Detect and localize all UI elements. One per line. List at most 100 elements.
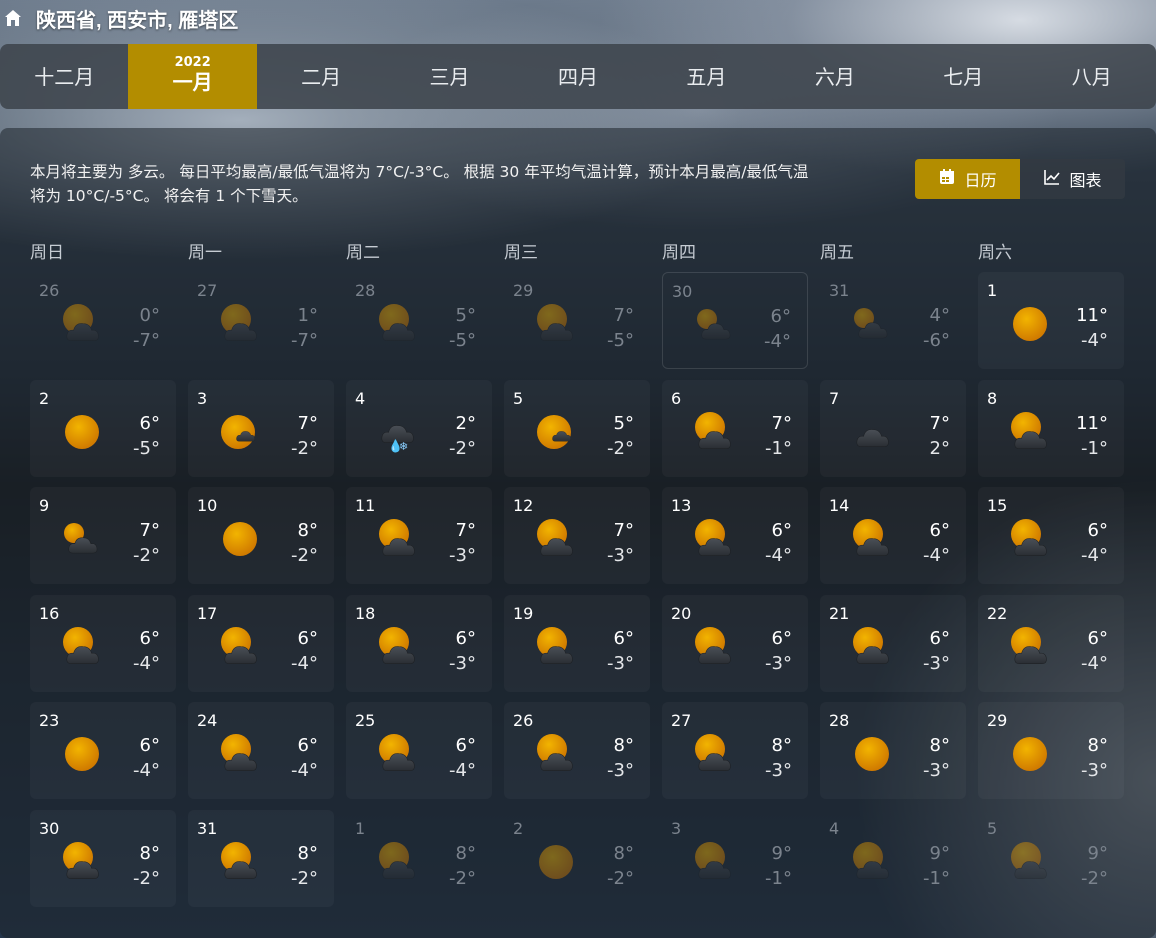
calendar-day-cell[interactable]: 13 6° -4°: [662, 487, 808, 584]
day-number: 10: [197, 496, 218, 515]
low-temp: -4°: [449, 760, 476, 781]
calendar-day-cell[interactable]: 26 8° -3°: [504, 702, 650, 799]
month-summary: 本月将主要为 多云。 每日平均最高/最低气温将为 7°C/-3°C。 根据 30…: [30, 163, 809, 205]
day-number: 3: [671, 819, 682, 838]
month-tab[interactable]: 2022 一月: [128, 44, 257, 109]
calendar-day-cell[interactable]: 21 6° -3°: [820, 595, 966, 692]
calendar-day-cell[interactable]: 31 4° -6°: [820, 272, 966, 369]
day-number: 14: [829, 496, 850, 515]
calendar-day-cell[interactable]: 1 11° -4°: [978, 272, 1124, 369]
calendar-day-cell[interactable]: 14 6° -4°: [820, 487, 966, 584]
high-temp: 6°: [613, 628, 634, 649]
low-temp: -2°: [1081, 868, 1108, 889]
chart-view-button[interactable]: 图表: [1020, 159, 1125, 199]
calendar-day-cell[interactable]: 7 7° 2°: [820, 380, 966, 477]
calendar-day-cell[interactable]: 3 7° -2°: [188, 380, 334, 477]
sunny-icon: [534, 840, 578, 884]
location-title[interactable]: 陕西省, 西安市, 雁塔区: [36, 4, 238, 33]
calendar-day-cell[interactable]: 5 9° -2°: [978, 810, 1124, 907]
day-number: 1: [355, 819, 366, 838]
calendar-day-cell[interactable]: 30 8° -2°: [30, 810, 176, 907]
calendar-day-cell[interactable]: 30 6° -4°: [662, 272, 808, 369]
calendar-day-cell[interactable]: 28 8° -3°: [820, 702, 966, 799]
calendar-day-cell[interactable]: 16 6° -4°: [30, 595, 176, 692]
calendar-day-cell[interactable]: 17 6° -4°: [188, 595, 334, 692]
rain-snow-icon: 💧 ❄: [376, 410, 420, 454]
low-temp: -4°: [133, 653, 160, 674]
calendar-day-cell[interactable]: 5 5° -2°: [504, 380, 650, 477]
calendar-day-cell[interactable]: 2 6° -5°: [30, 380, 176, 477]
month-tab-label: 十二月: [34, 64, 95, 89]
calendar-day-cell[interactable]: 12 7° -3°: [504, 487, 650, 584]
low-temp: -4°: [923, 545, 950, 566]
day-number: 25: [355, 711, 376, 730]
chart-view-label: 图表: [1069, 171, 1102, 190]
high-temp: 11°: [1076, 305, 1108, 326]
high-temp: 7°: [929, 413, 950, 434]
calendar-day-cell[interactable]: 27 8° -3°: [662, 702, 808, 799]
day-number: 18: [355, 604, 376, 623]
month-tab[interactable]: 十二月: [0, 44, 128, 109]
month-tab[interactable]: 五月: [642, 44, 770, 109]
high-temp: 6°: [455, 735, 476, 756]
high-temp: 7°: [297, 413, 318, 434]
day-number: 22: [987, 604, 1008, 623]
low-temp: -1°: [765, 868, 792, 889]
line-chart-icon: [1043, 168, 1061, 190]
home-icon[interactable]: [2, 7, 24, 29]
calendar-day-cell[interactable]: 8 11° -1°: [978, 380, 1124, 477]
calendar-day-cell[interactable]: 27 1° -7°: [188, 272, 334, 369]
high-temp: 6°: [297, 735, 318, 756]
calendar-day-cell[interactable]: 24 6° -4°: [188, 702, 334, 799]
partly-cloudy-icon: [218, 302, 262, 346]
calendar-day-cell[interactable]: 29 8° -3°: [978, 702, 1124, 799]
calendar-day-cell[interactable]: 9 7° -2°: [30, 487, 176, 584]
mostly-cloudy-icon: [850, 302, 894, 346]
low-temp: -2°: [291, 868, 318, 889]
calendar-day-cell[interactable]: 19 6° -3°: [504, 595, 650, 692]
calendar-day-cell[interactable]: 26 0° -7°: [30, 272, 176, 369]
partly-cloudy-icon: [692, 625, 736, 669]
month-tab-label: 二月: [301, 64, 342, 89]
high-temp: 6°: [1087, 628, 1108, 649]
calendar-day-cell[interactable]: 6 7° -1°: [662, 380, 808, 477]
low-temp: -4°: [1081, 545, 1108, 566]
partly-cloudy-icon: [60, 625, 104, 669]
calendar-day-cell[interactable]: 15 6° -4°: [978, 487, 1124, 584]
month-tab[interactable]: 八月: [1028, 44, 1156, 109]
calendar-day-cell[interactable]: 1 8° -2°: [346, 810, 492, 907]
month-tab[interactable]: 六月: [771, 44, 899, 109]
calendar-day-cell[interactable]: 25 6° -4°: [346, 702, 492, 799]
weekday-label: 周三: [504, 243, 538, 263]
calendar-view-button[interactable]: 日历: [915, 159, 1020, 199]
day-number: 23: [39, 711, 60, 730]
partly-cloudy-icon: [376, 517, 420, 561]
month-tab[interactable]: 二月: [257, 44, 385, 109]
calendar-day-cell[interactable]: 28 5° -5°: [346, 272, 492, 369]
calendar-day-cell[interactable]: 29 7° -5°: [504, 272, 650, 369]
calendar-day-cell[interactable]: 3 9° -1°: [662, 810, 808, 907]
calendar-day-cell[interactable]: 31 8° -2°: [188, 810, 334, 907]
calendar-day-cell[interactable]: 2 8° -2°: [504, 810, 650, 907]
partly-cloudy-icon: [218, 732, 262, 776]
calendar-day-cell[interactable]: 4 9° -1°: [820, 810, 966, 907]
calendar-day-cell[interactable]: 11 7° -3°: [346, 487, 492, 584]
calendar-day-cell[interactable]: 4 💧 ❄ 2° -2°: [346, 380, 492, 477]
month-tab[interactable]: 七月: [899, 44, 1027, 109]
month-tab[interactable]: 三月: [385, 44, 513, 109]
calendar-day-cell[interactable]: 10 8° -2°: [188, 487, 334, 584]
day-number: 4: [355, 389, 366, 408]
calendar-day-cell[interactable]: 18 6° -3°: [346, 595, 492, 692]
calendar-day-cell[interactable]: 22 6° -4°: [978, 595, 1124, 692]
high-temp: 8°: [929, 735, 950, 756]
calendar-day-cell[interactable]: 20 6° -3°: [662, 595, 808, 692]
high-temp: 1°: [297, 305, 318, 326]
partly-cloudy-icon: [692, 517, 736, 561]
partly-cloudy-icon: [692, 840, 736, 884]
high-temp: 6°: [455, 628, 476, 649]
month-tab[interactable]: 四月: [514, 44, 642, 109]
weekday-label: 周五: [820, 243, 854, 263]
calendar-day-cell[interactable]: 23 6° -4°: [30, 702, 176, 799]
partly-cloudy-icon: [376, 625, 420, 669]
month-tab-label: 四月: [557, 64, 598, 89]
